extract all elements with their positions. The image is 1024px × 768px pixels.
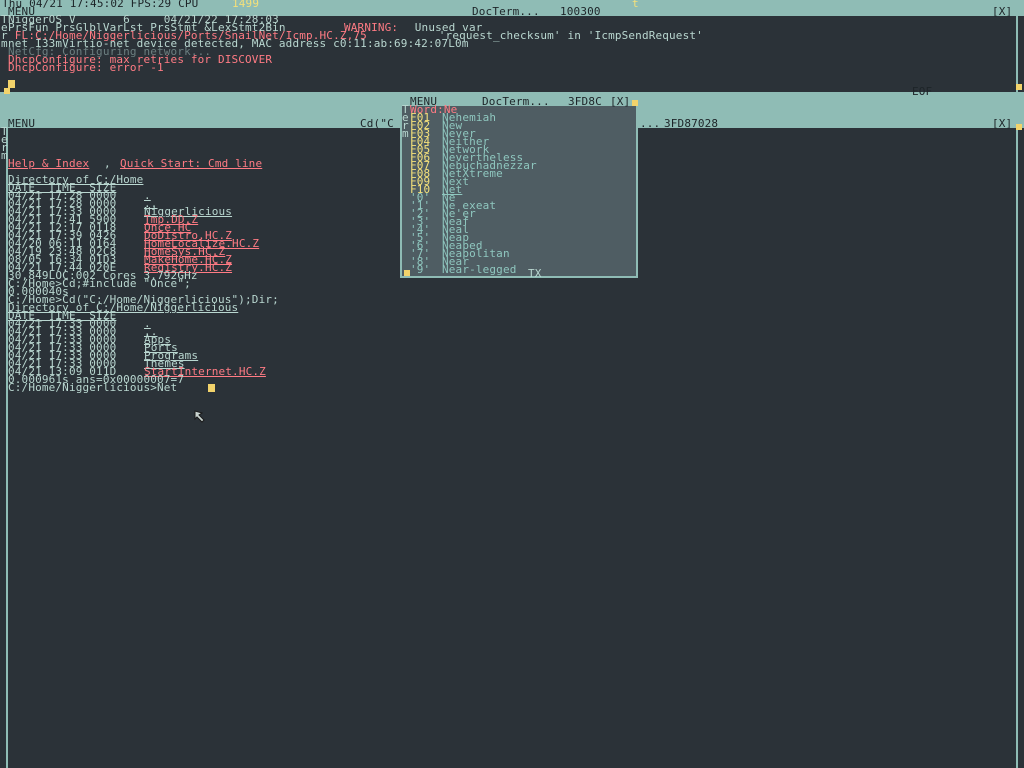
side-tab-letter: m xyxy=(1,37,8,50)
suggestion-item[interactable]: Near-legged xyxy=(442,264,517,275)
close-button[interactable]: [X] xyxy=(992,6,1012,17)
popup-footer: TX xyxy=(528,267,542,280)
quick-start-link[interactable]: Quick Start: Cmd line xyxy=(120,158,262,169)
title-ellipsis: ... xyxy=(640,117,661,130)
cpu-usage-readout: 1499 xyxy=(232,0,260,10)
resize-handle-icon[interactable] xyxy=(1016,84,1022,90)
menu-button[interactable]: MENU xyxy=(8,118,35,129)
mouse-pointer-icon xyxy=(194,410,205,423)
task-id: 100300 xyxy=(560,5,601,18)
close-button[interactable]: [X] xyxy=(992,118,1012,129)
side-tab-letter: m xyxy=(402,127,409,140)
window-title: DocTerm... xyxy=(482,95,550,108)
close-button[interactable]: [X] xyxy=(610,96,630,107)
resize-handle-icon[interactable] xyxy=(4,88,10,94)
help-index-link[interactable]: Help & Index xyxy=(8,158,89,169)
task-id: 3FD8C xyxy=(568,95,602,108)
tick-marker: t xyxy=(632,0,639,10)
output-line: DhcpConfigure: error -1 xyxy=(8,61,164,74)
text-cursor xyxy=(8,80,15,88)
task-id: 3FD87028 xyxy=(664,117,719,130)
right-border xyxy=(1016,16,1018,92)
autocomplete-window[interactable]: MENU DocTerm... 3FD8C [X] TX Term Word:N… xyxy=(400,95,638,280)
command-prompt[interactable]: C:/Home/Niggerlicious>Net xyxy=(8,382,177,393)
window-title: DocTerm... xyxy=(472,5,540,18)
window-title: Cd("C xyxy=(360,117,394,130)
resize-handle-icon[interactable] xyxy=(1016,124,1022,130)
right-border xyxy=(1016,128,1018,768)
eof-marker: EOF xyxy=(912,85,933,98)
output-line-suffix: 'request_checksum' in 'IcmpSendRequest' xyxy=(432,29,703,42)
num-key-label: '9' xyxy=(410,263,431,276)
text-cursor xyxy=(208,384,215,392)
resize-handle-icon[interactable] xyxy=(632,100,638,106)
side-tab-letter: m xyxy=(1,149,8,162)
